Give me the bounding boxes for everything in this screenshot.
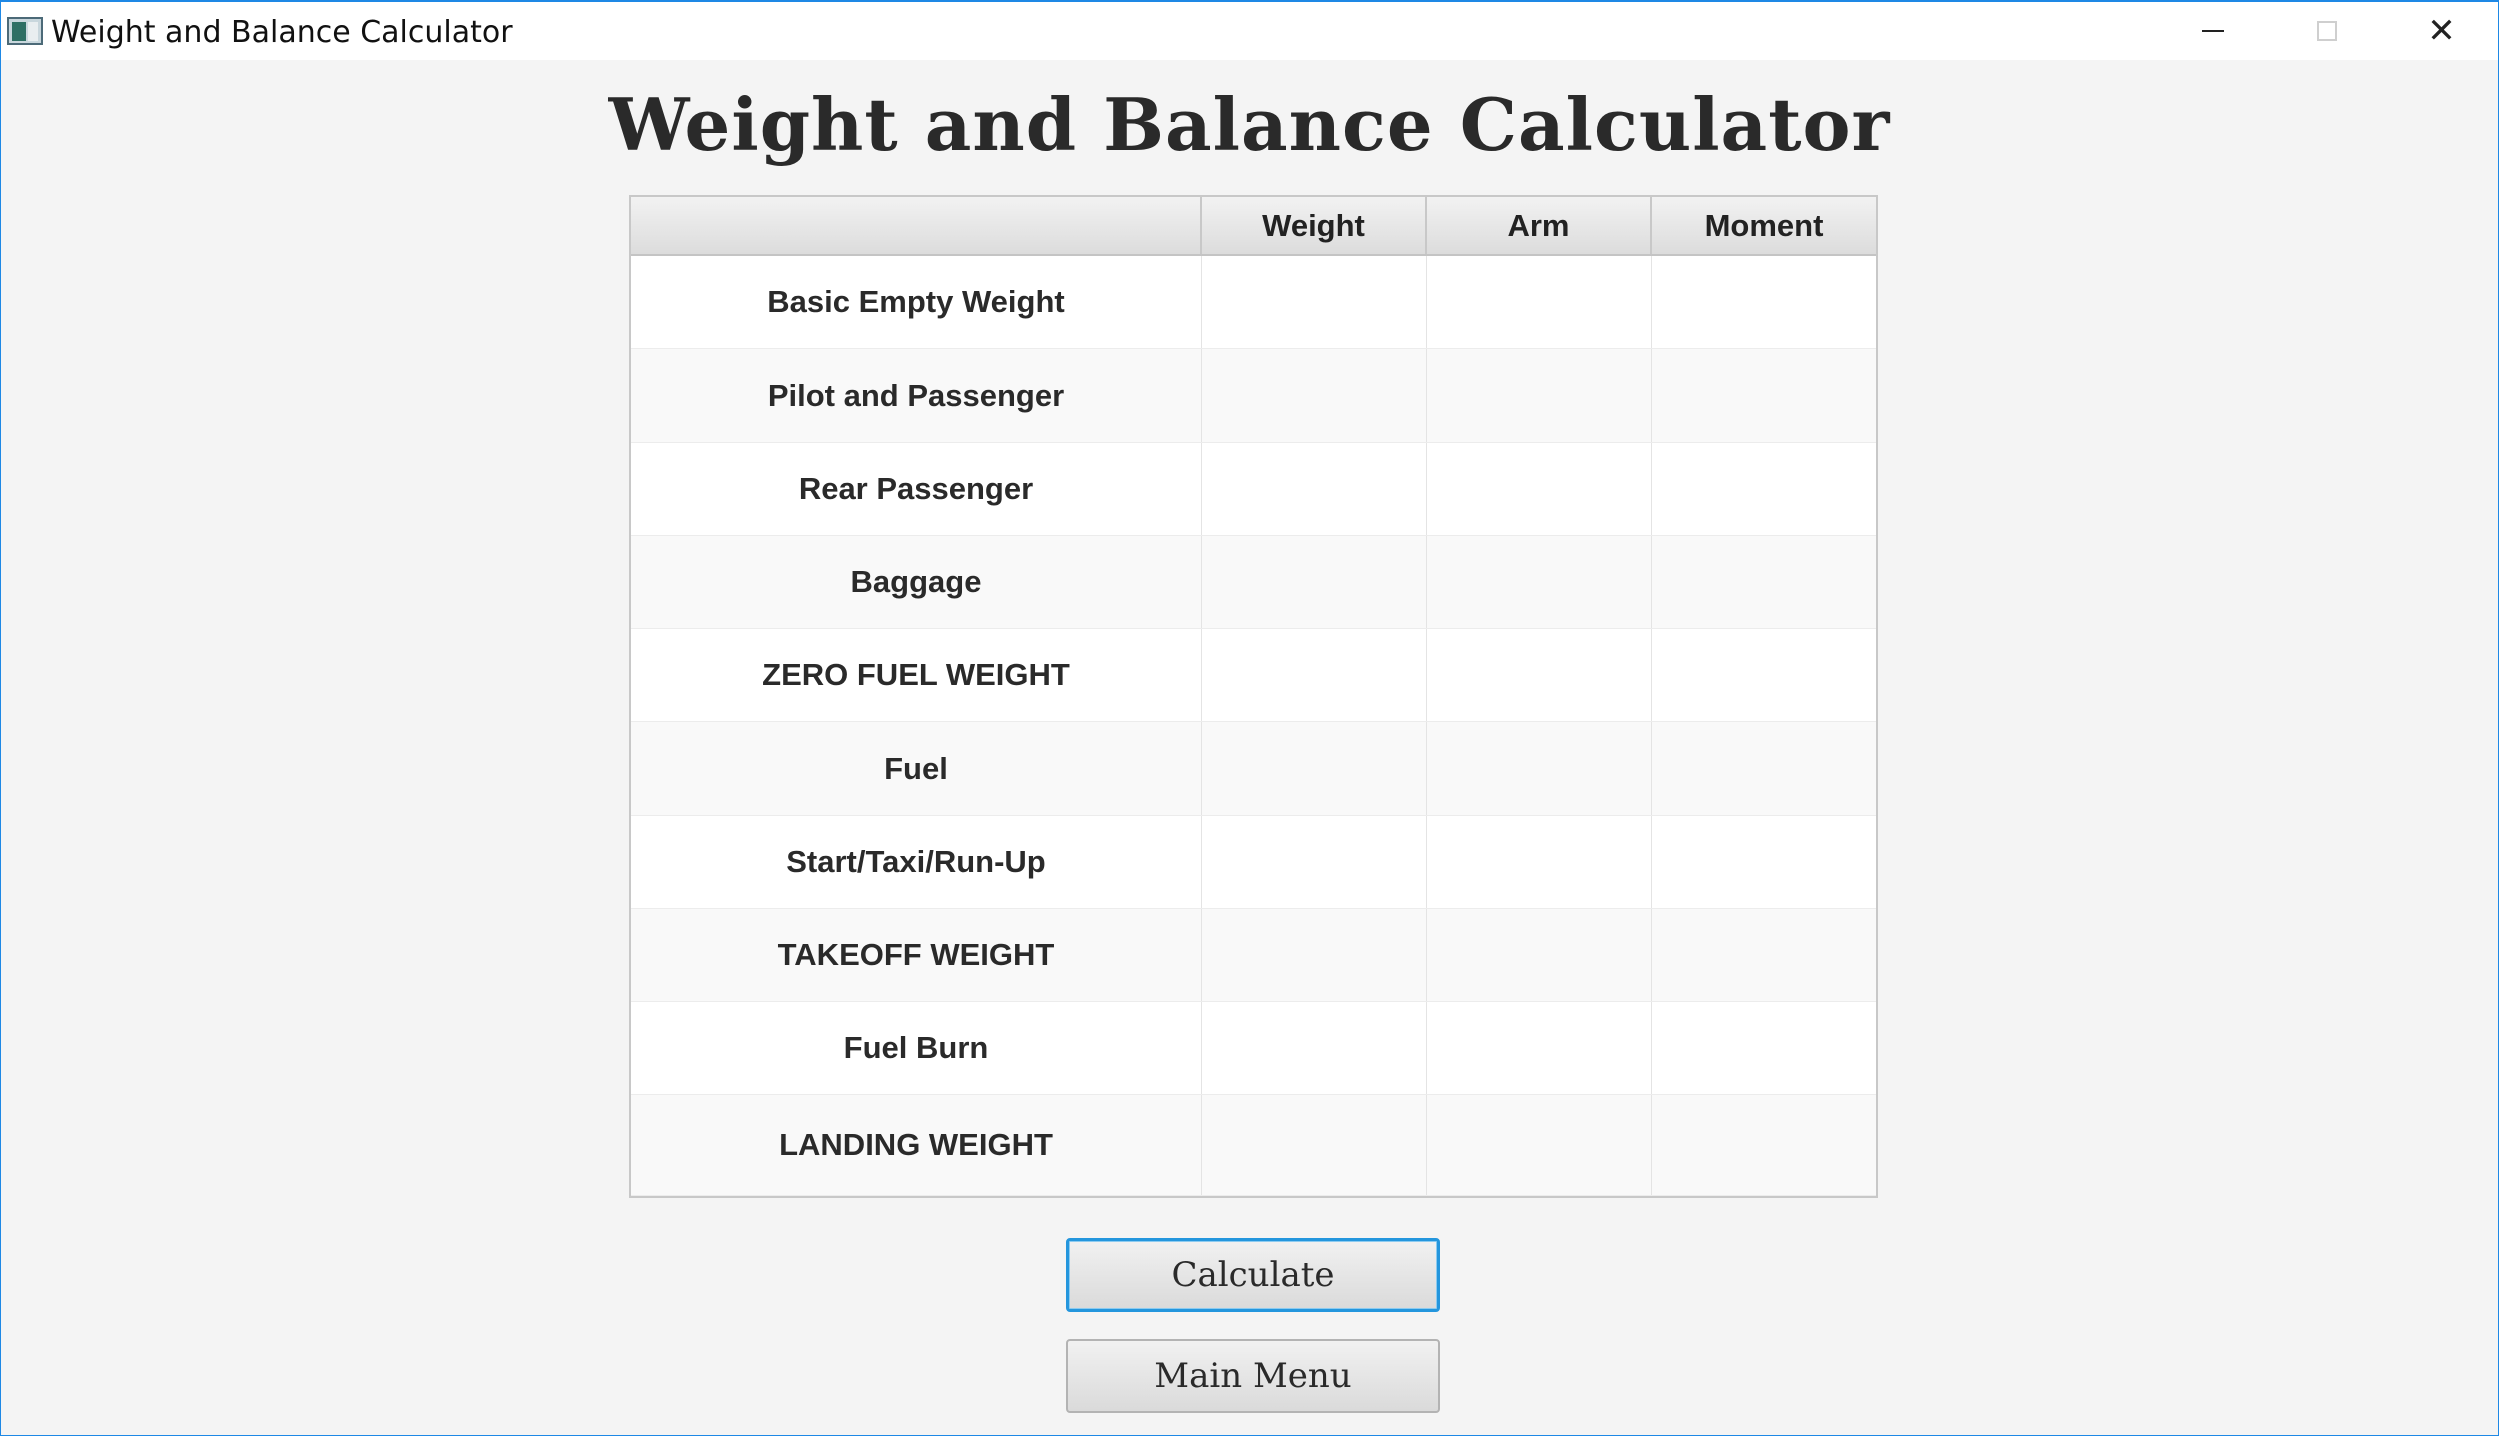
row-label-cell: Pilot and Passenger — [631, 349, 1202, 442]
weight-cell[interactable] — [1202, 443, 1427, 535]
weight-cell[interactable] — [1202, 256, 1427, 348]
row-label-cell: TAKEOFF WEIGHT — [631, 909, 1202, 1001]
column-header-arm[interactable]: Arm — [1427, 197, 1652, 254]
moment-cell[interactable] — [1652, 443, 1876, 535]
row-label-cell: Fuel — [631, 722, 1202, 815]
arm-cell[interactable] — [1427, 1002, 1652, 1094]
moment-cell[interactable] — [1652, 536, 1876, 628]
column-header-label[interactable] — [631, 197, 1202, 254]
table-row[interactable]: Rear Passenger — [631, 443, 1876, 536]
moment-cell[interactable] — [1652, 349, 1876, 442]
main-menu-button[interactable]: Main Menu — [1066, 1339, 1440, 1413]
weight-cell[interactable] — [1202, 816, 1427, 908]
minimize-icon — [2201, 30, 2224, 32]
table-row[interactable]: ZERO FUEL WEIGHT — [631, 629, 1876, 722]
column-header-weight[interactable]: Weight — [1202, 197, 1427, 254]
row-label-cell: Fuel Burn — [631, 1002, 1202, 1094]
arm-cell[interactable] — [1427, 629, 1652, 721]
weight-cell[interactable] — [1202, 722, 1427, 815]
table-row[interactable]: Fuel — [631, 722, 1876, 816]
weight-cell[interactable] — [1202, 909, 1427, 1001]
weight-cell[interactable] — [1202, 629, 1427, 721]
table-row[interactable]: Start/Taxi/Run-Up — [631, 816, 1876, 909]
moment-cell[interactable] — [1652, 1002, 1876, 1094]
arm-cell[interactable] — [1427, 1095, 1652, 1195]
arm-cell[interactable] — [1427, 909, 1652, 1001]
row-label-cell: Baggage — [631, 536, 1202, 628]
weight-cell[interactable] — [1202, 1002, 1427, 1094]
moment-cell[interactable] — [1652, 1095, 1876, 1195]
maximize-button[interactable] — [2269, 2, 2384, 60]
app-window: Weight and Balance Calculator ✕ Weight a… — [0, 0, 2499, 1436]
table-header: Weight Arm Moment — [631, 197, 1876, 256]
moment-cell[interactable] — [1652, 629, 1876, 721]
moment-cell[interactable] — [1652, 816, 1876, 908]
close-button[interactable]: ✕ — [2384, 2, 2498, 60]
row-label-cell: Basic Empty Weight — [631, 256, 1202, 348]
row-label-cell: LANDING WEIGHT — [631, 1095, 1202, 1195]
arm-cell[interactable] — [1427, 536, 1652, 628]
weight-cell[interactable] — [1202, 536, 1427, 628]
table-row[interactable]: Fuel Burn — [631, 1002, 1876, 1095]
calculate-button[interactable]: Calculate — [1066, 1238, 1440, 1312]
title-bar[interactable]: Weight and Balance Calculator ✕ — [1, 2, 2498, 60]
maximize-icon — [2316, 21, 2337, 41]
table-row[interactable]: TAKEOFF WEIGHT — [631, 909, 1876, 1002]
arm-cell[interactable] — [1427, 443, 1652, 535]
weight-cell[interactable] — [1202, 349, 1427, 442]
window-title: Weight and Balance Calculator — [51, 15, 513, 50]
column-header-moment[interactable]: Moment — [1652, 197, 1876, 254]
weight-cell[interactable] — [1202, 1095, 1427, 1195]
row-label-cell: ZERO FUEL WEIGHT — [631, 629, 1202, 721]
weight-balance-table: Weight Arm Moment Basic Empty Weight Pilo… — [629, 195, 1878, 1198]
arm-cell[interactable] — [1427, 816, 1652, 908]
app-icon — [7, 17, 43, 45]
arm-cell[interactable] — [1427, 256, 1652, 348]
moment-cell[interactable] — [1652, 909, 1876, 1001]
arm-cell[interactable] — [1427, 349, 1652, 442]
table-row[interactable]: Baggage — [631, 536, 1876, 629]
table-row[interactable]: Pilot and Passenger — [631, 349, 1876, 443]
row-label-cell: Rear Passenger — [631, 443, 1202, 535]
table-row[interactable]: LANDING WEIGHT — [631, 1095, 1876, 1196]
row-label-cell: Start/Taxi/Run-Up — [631, 816, 1202, 908]
minimize-button[interactable] — [2155, 2, 2270, 60]
moment-cell[interactable] — [1652, 722, 1876, 815]
page-title: Weight and Balance Calculator — [608, 82, 1891, 167]
close-icon: ✕ — [2427, 11, 2456, 51]
moment-cell[interactable] — [1652, 256, 1876, 348]
table-row[interactable]: Basic Empty Weight — [631, 256, 1876, 349]
arm-cell[interactable] — [1427, 722, 1652, 815]
